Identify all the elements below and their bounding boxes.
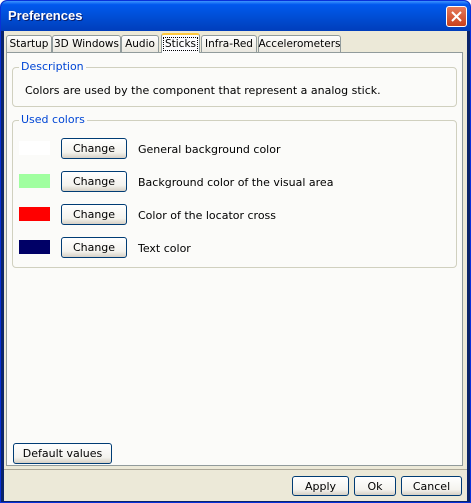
ok-button[interactable]: Ok: [354, 476, 396, 496]
preferences-window: Preferences Startup 3D Windows Audio Sti…: [0, 0, 471, 503]
dialog-client-area: Startup 3D Windows Audio Sticks Infra-Re…: [4, 31, 467, 501]
color-label: Background color of the visual area: [138, 176, 334, 189]
used-colors-group-title: Used colors: [19, 113, 87, 126]
tab-accelerometers[interactable]: Accelerometers: [258, 35, 341, 52]
change-button[interactable]: Change: [61, 138, 127, 159]
change-button[interactable]: Change: [61, 204, 127, 225]
description-text: Colors are used by the component that re…: [25, 84, 381, 97]
tab-label: Startup: [9, 38, 49, 50]
change-button[interactable]: Change: [61, 171, 127, 192]
tab-label: Audio: [125, 38, 155, 50]
color-label: General background color: [138, 143, 281, 156]
default-values-button[interactable]: Default values: [13, 443, 112, 464]
color-swatch-visual-area-background: [19, 174, 50, 188]
tab-sticks[interactable]: Sticks: [161, 33, 200, 53]
tab-label: Accelerometers: [258, 38, 341, 50]
color-swatch-text: [19, 240, 50, 254]
color-label: Text color: [138, 242, 191, 255]
tab-3d-windows[interactable]: 3D Windows: [52, 35, 121, 52]
title-bar[interactable]: Preferences: [1, 1, 470, 31]
color-label: Color of the locator cross: [138, 209, 277, 222]
cancel-button[interactable]: Cancel: [401, 476, 462, 496]
used-colors-group: Used colors Change General background co…: [12, 113, 457, 268]
tab-infra-red[interactable]: Infra-Red: [201, 35, 257, 52]
apply-button[interactable]: Apply: [292, 476, 349, 496]
description-group-title: Description: [19, 60, 86, 73]
footer-separator: [4, 469, 467, 470]
window-title: Preferences: [8, 8, 83, 23]
change-button[interactable]: Change: [61, 237, 127, 258]
tab-startup[interactable]: Startup: [6, 35, 52, 52]
tab-audio[interactable]: Audio: [121, 35, 159, 52]
color-swatch-general-background: [19, 141, 50, 155]
color-swatch-locator-cross: [19, 207, 50, 221]
description-group: Description Colors are used by the compo…: [12, 60, 457, 107]
close-icon: [451, 11, 462, 22]
sticks-tab-panel: Description Colors are used by the compo…: [6, 52, 463, 466]
tab-label: 3D Windows: [54, 38, 119, 50]
close-button[interactable]: [446, 6, 467, 27]
tab-label: Sticks: [162, 37, 199, 51]
tab-label: Infra-Red: [205, 38, 253, 50]
